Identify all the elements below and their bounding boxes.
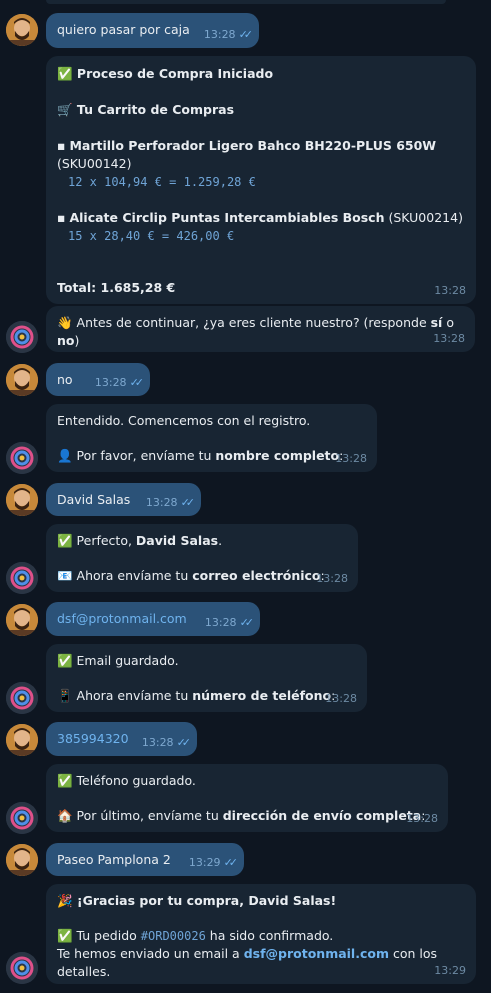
cart-total: Total: 1.685,28 € xyxy=(57,280,176,295)
bot-avatar[interactable] xyxy=(6,952,38,984)
cart-item-name: Martillo Perforador Ligero Bahco BH220-P… xyxy=(69,138,437,153)
message-text: David Salas xyxy=(57,492,131,507)
bot-avatar[interactable] xyxy=(6,802,38,834)
message-prompt: 🏠 Por último, envíame tu dirección de en… xyxy=(57,808,426,823)
cart-item-calculation: 15 x 28,40 € = 426,00 € xyxy=(68,229,235,243)
message-text: 👋 Antes de continuar, ¿ya eres cliente n… xyxy=(57,315,454,348)
message-time: 13:28 xyxy=(94,376,127,389)
user-avatar[interactable] xyxy=(6,604,38,636)
message-bubble-confirmation[interactable]: 🎉 ¡Gracias por tu compra, David Salas! ✅… xyxy=(46,884,476,984)
bot-avatar[interactable] xyxy=(6,682,38,714)
message-bubble-outgoing[interactable]: no 13:28 ✓✓ xyxy=(46,363,150,396)
message-bubble-outgoing[interactable]: Paseo Pamplona 2 13:29 ✓✓ xyxy=(46,843,244,876)
message-bubble[interactable]: Entendido. Comencemos con el registro. 👤… xyxy=(46,404,377,472)
message-prompt: 📱 Ahora envíame tu número de teléfono: xyxy=(57,688,336,703)
message-time: 13:28 xyxy=(145,496,178,509)
phone-icon: ▪ xyxy=(57,138,66,153)
bot-avatar[interactable] xyxy=(6,321,38,353)
cart-item-calculation: 12 x 104,94 € = 1.259,28 € xyxy=(68,175,256,189)
bot-avatar[interactable] xyxy=(6,442,38,474)
email-sent-text: Te hemos enviado un email a dsf@protonma… xyxy=(57,946,438,979)
message-time: 13:28 xyxy=(141,736,174,749)
message-time: 13:28 xyxy=(335,452,367,465)
message-bubble[interactable]: ✅ Teléfono guardado. 🏠 Por último, envía… xyxy=(46,764,448,832)
order-id: #ORD00026 xyxy=(140,929,206,943)
message-bubble-outgoing[interactable]: quiero pasar por caja 13:28 ✓✓ xyxy=(46,13,259,48)
message-bubble[interactable]: 👋 Antes de continuar, ¿ya eres cliente n… xyxy=(46,306,475,352)
cart-item-sku: (SKU00142) xyxy=(57,156,132,171)
read-checkmarks-icon: ✓✓ xyxy=(180,496,196,509)
read-checkmarks-icon: ✓✓ xyxy=(176,736,192,749)
message-text: quiero pasar por caja xyxy=(57,22,190,37)
message-time: 13:28 xyxy=(406,812,438,825)
user-avatar[interactable] xyxy=(6,724,38,756)
message-text: no xyxy=(57,372,73,387)
read-checkmarks-icon: ✓✓ xyxy=(223,856,239,869)
message-time: 13:29 xyxy=(434,964,466,977)
message-time: 13:28 xyxy=(204,616,237,629)
message-bubble-outgoing[interactable]: 385994320 13:28 ✓✓ xyxy=(46,722,197,756)
email-link[interactable]: dsf@protonmail.com xyxy=(57,611,187,626)
user-avatar[interactable] xyxy=(6,484,38,516)
message-time: 13:28 xyxy=(434,284,466,297)
user-avatar[interactable] xyxy=(6,364,38,396)
message-bubble[interactable]: ✅ Email guardado. 📱 Ahora envíame tu núm… xyxy=(46,644,367,712)
phone-icon: ▪ xyxy=(57,210,66,225)
message-bubble-outgoing[interactable]: dsf@protonmail.com 13:28 ✓✓ xyxy=(46,602,260,636)
message-bubble-cart[interactable]: ✅ Proceso de Compra Iniciado 🛒 Tu Carrit… xyxy=(46,56,476,304)
message-bubble[interactable]: ✅ Perfecto, David Salas. 📧 Ahora envíame… xyxy=(46,524,358,592)
message-time: 13:28 xyxy=(325,692,357,705)
message-text: ✅ Teléfono guardado. xyxy=(57,773,196,788)
user-avatar[interactable] xyxy=(6,14,38,46)
message-time: 13:29 xyxy=(188,856,221,869)
message-time: 13:28 xyxy=(433,332,465,345)
bot-avatar[interactable] xyxy=(6,562,38,594)
email-link[interactable]: dsf@protonmail.com xyxy=(244,946,389,961)
previous-message-edge xyxy=(46,0,446,4)
message-time: 13:28 xyxy=(316,572,348,585)
read-checkmarks-icon: ✓✓ xyxy=(238,28,254,41)
phone-link[interactable]: 385994320 xyxy=(57,731,129,746)
cart-heading: 🛒 Tu Carrito de Compras xyxy=(57,102,235,117)
order-confirmed-text: ✅ Tu pedido #ORD00026 ha sido confirmado… xyxy=(57,928,334,943)
message-text: ✅ Perfecto, David Salas. xyxy=(57,533,223,548)
message-bubble-outgoing[interactable]: David Salas 13:28 ✓✓ xyxy=(46,483,201,516)
message-text: Entendido. Comencemos con el registro. xyxy=(57,413,311,428)
cart-item-name: Alicate Circlip Puntas Intercambiables B… xyxy=(69,210,385,225)
read-checkmarks-icon: ✓✓ xyxy=(239,616,255,629)
message-text: Paseo Pamplona 2 xyxy=(57,852,171,867)
user-avatar[interactable] xyxy=(6,844,38,876)
checkout-started-heading: ✅ Proceso de Compra Iniciado xyxy=(57,66,274,81)
read-checkmarks-icon: ✓✓ xyxy=(129,376,145,389)
message-prompt: 📧 Ahora envíame tu correo electrónico: xyxy=(57,568,325,583)
message-prompt: 👤 Por favor, envíame tu nombre completo: xyxy=(57,448,344,463)
confirmation-title: 🎉 ¡Gracias por tu compra, David Salas! xyxy=(57,893,337,908)
cart-item-sku: (SKU00214) xyxy=(388,210,463,225)
message-text: ✅ Email guardado. xyxy=(57,653,179,668)
message-time: 13:28 xyxy=(203,28,236,41)
